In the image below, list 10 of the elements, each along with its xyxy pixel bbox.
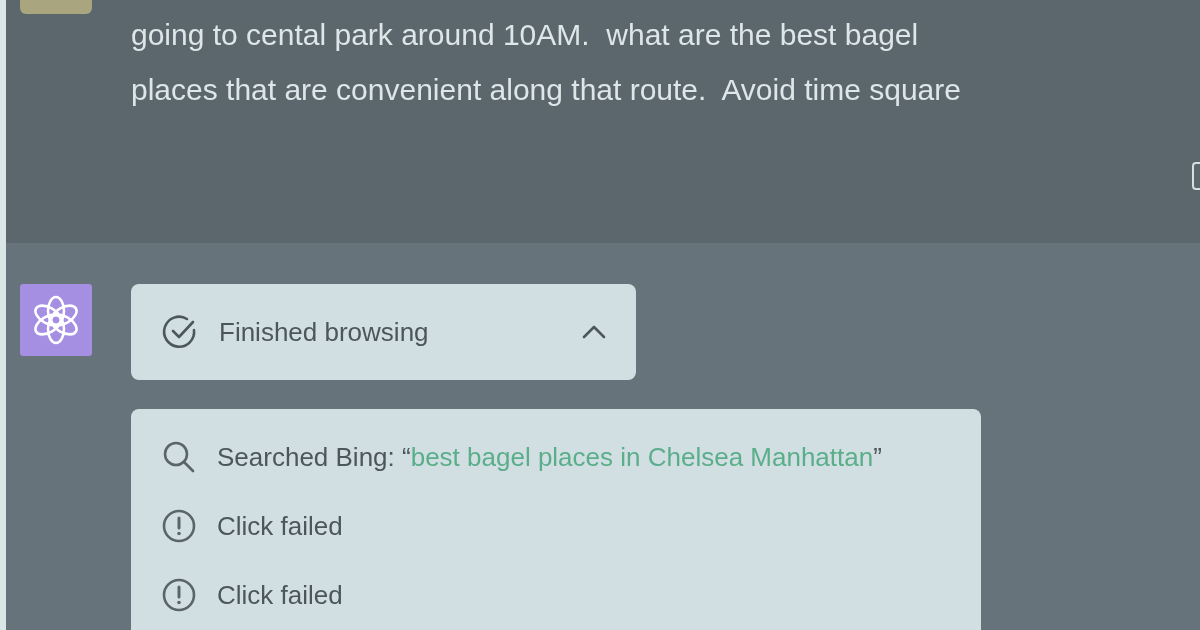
browsing-toggle[interactable]: Finished browsing bbox=[131, 284, 636, 380]
user-message: going to cental park around 10AM. what are the best bagel places that are convenient along that route. Avoid time square bbox=[131, 17, 961, 108]
search-step: Searched Bing: “best bagel places in Chelsea Manhattan” bbox=[217, 441, 882, 473]
error-step: Click failed bbox=[217, 579, 343, 611]
logo-icon bbox=[31, 295, 81, 345]
error-step: Click failed bbox=[217, 510, 343, 542]
chevron-icon bbox=[582, 325, 606, 339]
search-icon bbox=[161, 439, 197, 475]
alert-icon bbox=[161, 577, 197, 613]
alert-icon bbox=[161, 508, 197, 544]
